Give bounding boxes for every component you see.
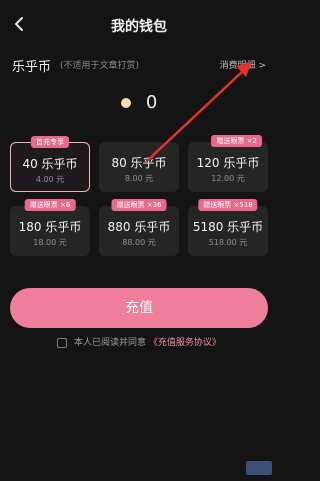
package-amount: 880 乐乎币 [107, 220, 171, 234]
coin-row: 乐乎币 (不适用于文章打赏) 消费明细 > [12, 56, 266, 76]
coin-name: 乐乎币 [12, 60, 52, 75]
balance-value: 0 [145, 92, 158, 113]
package-card-180[interactable]: 赠送眼票 ×6 180 乐乎币 18.00 元 [10, 199, 90, 256]
consumption-detail-link[interactable]: 消费明细 > [220, 58, 266, 71]
agreement-text: 本人已阅读并同意 [73, 338, 146, 348]
package-card-80[interactable]: 80 乐乎币 8.00 元 [99, 142, 179, 192]
package-badge: 赠送眼票 ×2 [211, 135, 262, 147]
agreement-row: 本人已阅读并同意 《充值服务协议》 [0, 335, 278, 348]
package-price: 8.00 元 [124, 174, 154, 183]
package-amount: 40 乐乎币 [22, 157, 78, 171]
agreement-link[interactable]: 《充值服务协议》 [149, 338, 221, 348]
package-amount: 80 乐乎币 [111, 156, 167, 170]
package-badge: 赠送眼票 ×36 [111, 199, 167, 211]
package-badge: 首充专享 [31, 136, 69, 148]
package-card-40[interactable]: 首充专享 40 乐乎币 4.00 元 [10, 136, 90, 192]
package-card-120[interactable]: 赠送眼票 ×2 120 乐乎币 12.00 元 [188, 135, 268, 192]
package-amount: 120 乐乎币 [196, 156, 260, 170]
package-price: 4.00 元 [35, 175, 65, 184]
coin-note: (不适用于文章打赏) [60, 61, 140, 71]
header-bar: 我的钱包 [0, 0, 278, 48]
coin-icon [120, 97, 131, 108]
package-amount: 180 乐乎币 [18, 220, 82, 234]
package-badge: 赠送眼票 ×6 [24, 199, 76, 211]
package-card-5180[interactable]: 赠送眼票 ×518 5180 乐乎币 518.00 元 [188, 199, 268, 256]
package-badge: 赠送眼票 ×518 [198, 199, 258, 211]
watermark-logo [246, 461, 272, 475]
recharge-button[interactable]: 充值 [10, 288, 268, 328]
package-card-880[interactable]: 赠送眼票 ×36 880 乐乎币 88.00 元 [99, 199, 179, 256]
package-amount: 5180 乐乎币 [192, 220, 264, 234]
package-price: 12.00 元 [211, 174, 245, 183]
package-price: 18.00 元 [33, 238, 67, 247]
agreement-checkbox[interactable] [57, 337, 68, 348]
balance-display: 0 [0, 92, 278, 116]
package-price: 518.00 元 [208, 238, 248, 247]
page-title: 我的钱包 [111, 19, 167, 35]
package-price: 88.00 元 [122, 238, 156, 247]
